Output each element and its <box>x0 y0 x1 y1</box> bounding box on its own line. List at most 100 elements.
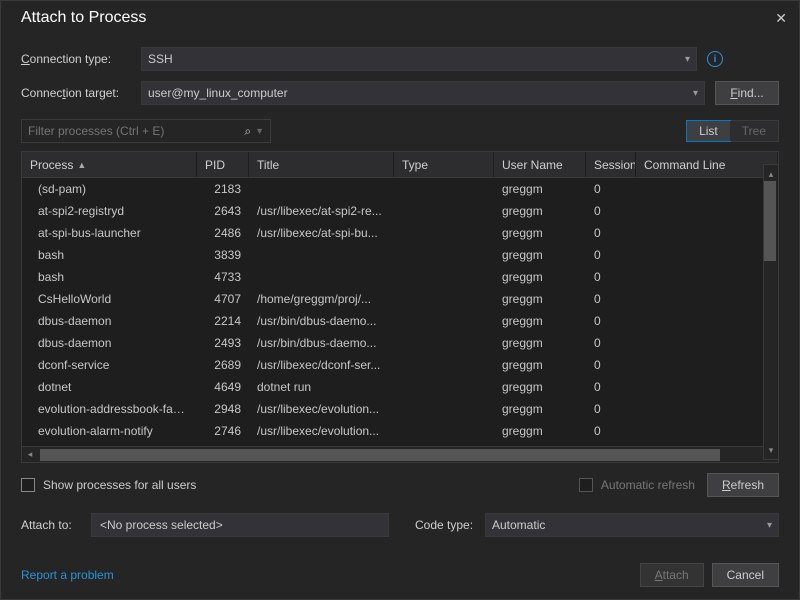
column-title[interactable]: Title <box>249 152 394 177</box>
cell-session: 0 <box>586 398 636 420</box>
report-problem-link[interactable]: Report a problem <box>21 568 114 582</box>
cell-user: greggm <box>494 222 586 244</box>
cell-cmd <box>636 317 778 325</box>
cell-user: greggm <box>494 354 586 376</box>
cell-title: /usr/libexec/evolution... <box>249 398 394 420</box>
cell-pid: 2643 <box>197 200 249 222</box>
cell-user: greggm <box>494 310 586 332</box>
code-type-label: Code type: <box>415 518 475 532</box>
scroll-left-icon[interactable]: ◂ <box>22 449 38 460</box>
cell-pid: 4733 <box>197 266 249 288</box>
attach-row: Attach to: <No process selected> Code ty… <box>1 507 799 543</box>
column-cmd[interactable]: Command Line <box>636 152 778 177</box>
connection-target-select[interactable]: user@my_linux_computer ▾ <box>141 81 705 105</box>
cell-title: /usr/bin/dbus-daemo... <box>249 310 394 332</box>
process-table: Process ▲ PID Title Type User Name Sessi… <box>21 151 779 463</box>
close-button[interactable]: ✕ <box>775 10 787 27</box>
cell-process: (sd-pam) <box>22 178 197 200</box>
scroll-down-icon[interactable]: ▾ <box>764 443 778 457</box>
cell-type <box>394 207 494 215</box>
view-list-button[interactable]: List <box>687 121 730 141</box>
table-body[interactable]: (sd-pam)2183greggm0at-spi2-registryd2643… <box>22 178 778 446</box>
show-all-users-checkbox[interactable]: Show processes for all users <box>21 478 196 492</box>
chevron-down-icon: ▾ <box>685 54 690 65</box>
cell-title: /usr/libexec/at-spi-bu... <box>249 222 394 244</box>
code-type-select[interactable]: Automatic ▾ <box>485 513 779 537</box>
attach-to-value: <No process selected> <box>91 513 389 537</box>
connection-type-select[interactable]: SSH ▾ <box>141 47 697 71</box>
cell-title <box>249 251 394 259</box>
cell-session: 0 <box>586 310 636 332</box>
scroll-up-icon[interactable]: ▴ <box>764 167 778 181</box>
column-pid[interactable]: PID <box>197 152 249 177</box>
cell-process: at-spi-bus-launcher <box>22 222 197 244</box>
dialog-title: Attach to Process <box>21 9 146 27</box>
table-row[interactable]: dbus-daemon2214/usr/bin/dbus-daemo...gre… <box>22 310 778 332</box>
scrollbar-horizontal[interactable]: ◂ ▸ <box>22 446 778 462</box>
search-icon[interactable]: ⌕ <box>244 124 251 139</box>
cell-session: 0 <box>586 200 636 222</box>
cell-pid: 3839 <box>197 244 249 266</box>
cell-title: /home/greggm/proj/... <box>249 288 394 310</box>
column-session[interactable]: Session <box>586 152 636 177</box>
table-row[interactable]: CsHelloWorld4707/home/greggm/proj/...gre… <box>22 288 778 310</box>
table-row[interactable]: bash3839greggm0 <box>22 244 778 266</box>
cell-user: greggm <box>494 376 586 398</box>
cell-pid: 2493 <box>197 332 249 354</box>
find-button[interactable]: Find... <box>715 81 779 105</box>
table-header: Process ▲ PID Title Type User Name Sessi… <box>22 152 778 178</box>
filter-input[interactable] <box>28 124 240 138</box>
cell-process: evolution-addressbook-factory <box>22 398 197 420</box>
cell-user: greggm <box>494 200 586 222</box>
table-row[interactable]: evolution-alarm-notify2746/usr/libexec/e… <box>22 420 778 442</box>
cell-title <box>249 185 394 193</box>
sort-asc-icon: ▲ <box>77 160 86 170</box>
cell-pid: 2214 <box>197 310 249 332</box>
connection-target-value: user@my_linux_computer <box>148 86 288 100</box>
cell-process: bash <box>22 266 197 288</box>
cell-user: greggm <box>494 398 586 420</box>
attach-dialog: Attach to Process ✕ Connection type: SSH… <box>0 0 800 600</box>
refresh-button[interactable]: Refresh <box>707 473 779 497</box>
filter-input-wrap[interactable]: ⌕ ▼ <box>21 119 271 143</box>
checkbox-box[interactable] <box>21 478 35 492</box>
table-row[interactable]: dbus-daemon2493/usr/bin/dbus-daemo...gre… <box>22 332 778 354</box>
view-tree-button[interactable]: Tree <box>730 121 778 141</box>
cell-type <box>394 295 494 303</box>
cell-process: dbus-daemon <box>22 332 197 354</box>
table-row[interactable]: at-spi2-registryd2643/usr/libexec/at-spi… <box>22 200 778 222</box>
cell-user: greggm <box>494 266 586 288</box>
cell-process: evolution-alarm-notify <box>22 420 197 442</box>
cell-type <box>394 361 494 369</box>
view-toggle: List Tree <box>686 120 779 142</box>
cell-process: dconf-service <box>22 354 197 376</box>
scrollbar-thumb[interactable] <box>764 181 776 261</box>
table-row[interactable]: at-spi-bus-launcher2486/usr/libexec/at-s… <box>22 222 778 244</box>
scrollbar-thumb[interactable] <box>40 449 720 461</box>
column-process[interactable]: Process ▲ <box>22 152 197 177</box>
column-type[interactable]: Type <box>394 152 494 177</box>
table-row[interactable]: bash4733greggm0 <box>22 266 778 288</box>
cell-process: at-spi2-registryd <box>22 200 197 222</box>
cell-session: 0 <box>586 420 636 442</box>
attach-to-label: Attach to: <box>21 518 81 532</box>
cell-cmd <box>636 273 778 281</box>
dropdown-icon[interactable]: ▼ <box>255 126 264 136</box>
cell-pid: 2183 <box>197 178 249 200</box>
column-user[interactable]: User Name <box>494 152 586 177</box>
table-row[interactable]: dconf-service2689/usr/libexec/dconf-ser.… <box>22 354 778 376</box>
cell-session: 0 <box>586 376 636 398</box>
info-icon[interactable]: i <box>707 51 723 67</box>
cell-session: 0 <box>586 354 636 376</box>
cell-cmd <box>636 295 778 303</box>
cell-session: 0 <box>586 178 636 200</box>
connection-type-row: Connection type: SSH ▾ i <box>21 47 779 71</box>
table-row[interactable]: (sd-pam)2183greggm0 <box>22 178 778 200</box>
cancel-button[interactable]: Cancel <box>712 563 779 587</box>
cell-process: dotnet <box>22 376 197 398</box>
scrollbar-vertical[interactable]: ▴ ▾ <box>763 164 779 460</box>
table-row[interactable]: evolution-addressbook-factory2948/usr/li… <box>22 398 778 420</box>
cell-title <box>249 273 394 281</box>
table-row[interactable]: dotnet4649dotnet rungreggm0 <box>22 376 778 398</box>
cell-process: CsHelloWorld <box>22 288 197 310</box>
